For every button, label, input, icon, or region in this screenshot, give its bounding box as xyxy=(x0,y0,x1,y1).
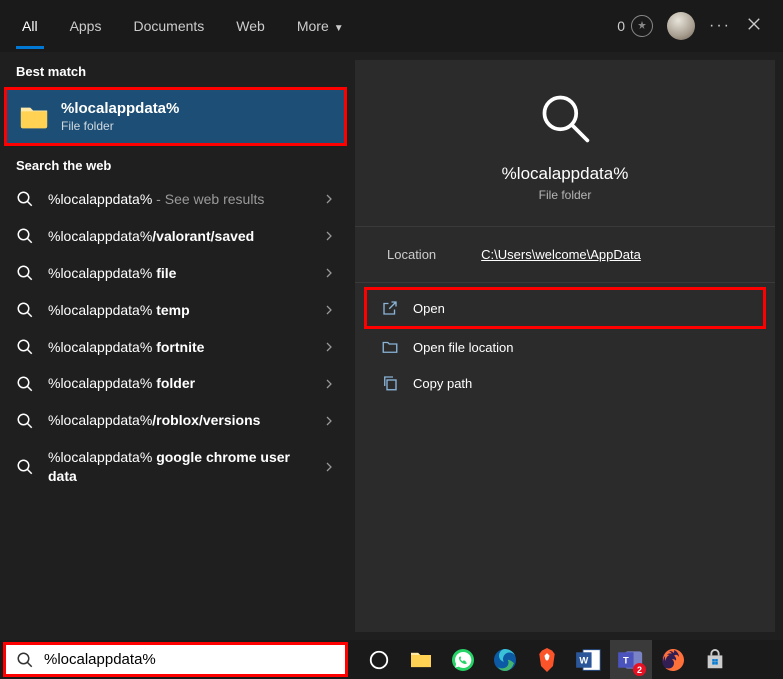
tabs-bar: All Apps Documents Web More▼ 0 ··· xyxy=(0,0,783,52)
svg-text:W: W xyxy=(579,654,588,665)
web-result-text: %localappdata% folder xyxy=(48,374,309,393)
brave-icon[interactable] xyxy=(526,640,568,679)
web-result-text: %localappdata% temp xyxy=(48,301,309,320)
tab-web[interactable]: Web xyxy=(220,3,281,49)
close-icon[interactable] xyxy=(745,15,763,38)
rewards-badge[interactable]: 0 xyxy=(617,15,653,37)
taskbar: W T 2 xyxy=(0,640,783,679)
results-panel: Best match %localappdata% File folder Se… xyxy=(0,52,351,640)
search-icon xyxy=(16,375,34,393)
location-label: Location xyxy=(387,247,436,262)
web-result-item[interactable]: %localappdata%/roblox/versions xyxy=(0,402,351,439)
best-match-title: %localappdata% xyxy=(61,100,179,117)
firefox-icon[interactable] xyxy=(652,640,694,679)
more-options-icon[interactable]: ··· xyxy=(709,17,731,35)
action-label: Copy path xyxy=(413,376,472,391)
search-icon xyxy=(16,338,34,356)
avatar[interactable] xyxy=(667,12,695,40)
web-result-text: %localappdata% google chrome user data xyxy=(48,448,309,486)
tab-more[interactable]: More▼ xyxy=(281,3,360,49)
preview-subtitle: File folder xyxy=(539,188,592,202)
chevron-right-icon xyxy=(323,461,335,473)
web-result-item[interactable]: %localappdata% file xyxy=(0,255,351,292)
action-copy-path[interactable]: Copy path xyxy=(367,365,763,401)
web-result-item[interactable]: %localappdata% - See web results xyxy=(0,181,351,218)
search-icon xyxy=(16,190,34,208)
preview-panel: %localappdata% File folder Location C:\U… xyxy=(355,60,775,632)
open-icon xyxy=(381,299,399,317)
action-open[interactable]: Open xyxy=(364,287,766,329)
file-explorer-icon[interactable] xyxy=(400,640,442,679)
web-result-item[interactable]: %localappdata% temp xyxy=(0,292,351,329)
search-icon xyxy=(16,264,34,282)
chevron-right-icon xyxy=(323,341,335,353)
chevron-right-icon xyxy=(323,378,335,390)
best-match-item[interactable]: %localappdata% File folder xyxy=(4,87,347,146)
tab-apps[interactable]: Apps xyxy=(54,3,118,49)
whatsapp-icon[interactable] xyxy=(442,640,484,679)
search-icon xyxy=(16,412,34,430)
edge-icon[interactable] xyxy=(484,640,526,679)
action-label: Open xyxy=(413,301,445,316)
chevron-right-icon xyxy=(323,193,335,205)
search-input[interactable] xyxy=(44,651,335,668)
chevron-right-icon xyxy=(323,267,335,279)
folder-icon xyxy=(19,103,49,131)
web-result-text: %localappdata%/valorant/saved xyxy=(48,227,309,246)
web-result-item[interactable]: %localappdata% fortnite xyxy=(0,329,351,366)
preview-search-icon xyxy=(537,90,593,146)
web-result-item[interactable]: %localappdata%/valorant/saved xyxy=(0,218,351,255)
web-result-item[interactable]: %localappdata% folder xyxy=(0,365,351,402)
teams-icon[interactable]: T 2 xyxy=(610,640,652,679)
search-icon xyxy=(16,227,34,245)
chevron-right-icon xyxy=(323,230,335,242)
search-icon xyxy=(16,301,34,319)
chevron-down-icon: ▼ xyxy=(334,23,344,34)
rewards-icon xyxy=(631,15,653,37)
web-section-label: Search the web xyxy=(0,146,351,181)
svg-text:T: T xyxy=(623,654,629,665)
web-result-text: %localappdata%/roblox/versions xyxy=(48,411,309,430)
web-result-text: %localappdata% - See web results xyxy=(48,190,309,209)
preview-title: %localappdata% xyxy=(502,164,629,184)
best-match-label: Best match xyxy=(0,52,351,87)
best-match-subtitle: File folder xyxy=(61,119,179,133)
store-icon[interactable] xyxy=(694,640,736,679)
taskbar-search-box[interactable] xyxy=(3,642,348,677)
chevron-right-icon xyxy=(323,304,335,316)
tab-all[interactable]: All xyxy=(6,3,54,49)
location-link[interactable]: C:\Users\welcome\AppData xyxy=(481,247,641,262)
copy-icon xyxy=(381,374,399,392)
search-icon xyxy=(16,458,34,476)
action-label: Open file location xyxy=(413,340,513,355)
tab-documents[interactable]: Documents xyxy=(117,3,220,49)
folder-icon xyxy=(381,338,399,356)
teams-badge: 2 xyxy=(633,663,646,676)
chevron-right-icon xyxy=(323,415,335,427)
web-result-item[interactable]: %localappdata% google chrome user data xyxy=(0,439,351,495)
search-icon xyxy=(16,651,34,669)
word-icon[interactable]: W xyxy=(568,640,610,679)
cortana-icon[interactable] xyxy=(358,640,400,679)
web-result-text: %localappdata% fortnite xyxy=(48,338,309,357)
action-open-file-location[interactable]: Open file location xyxy=(367,329,763,365)
web-result-text: %localappdata% file xyxy=(48,264,309,283)
